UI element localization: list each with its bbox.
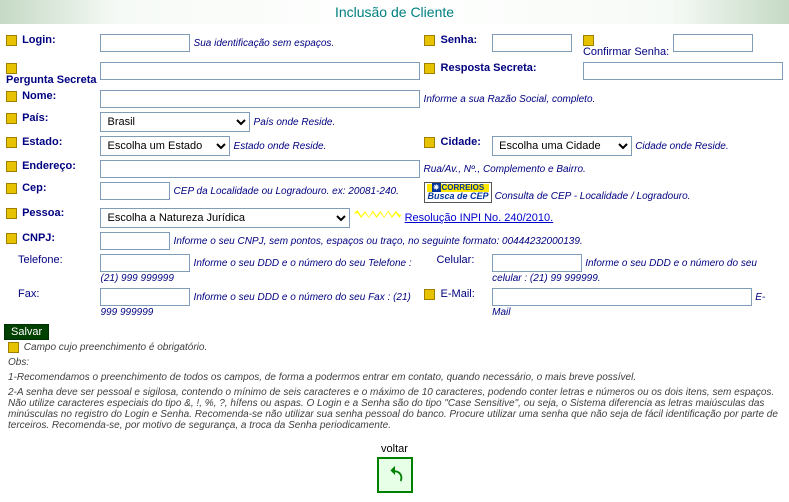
required-marker [424,289,435,300]
hint-estado: Estado onde Reside. [234,141,327,152]
required-marker [6,91,17,102]
label-login: Login: [22,34,56,46]
estado-select[interactable]: Escolha um Estado [100,136,230,156]
form-table: Login: Sua identificação sem espaços. Se… [4,32,785,320]
cep-input[interactable] [100,182,170,200]
label-nome: Nome: [22,90,56,102]
correios-bottom: Busca de CEP [427,192,488,201]
mandatory-note: Campo cujo preenchimento é obrigatório. [4,340,785,355]
label-endereco: Endereço: [22,160,76,172]
required-marker [6,35,17,46]
salvar-button[interactable]: Salvar [4,324,49,340]
undo-icon [384,464,406,486]
label-fax: Fax: [18,288,39,300]
cidade-select[interactable]: Escolha uma Cidade [492,136,632,156]
required-marker [6,183,17,194]
label-cidade: Cidade: [441,136,481,148]
highlight-scribble [354,207,402,221]
label-confirmar-senha: Confirmar Senha: [583,46,669,58]
correios-button[interactable]: ✷CORREIOS Busca de CEP [424,182,491,203]
required-marker [6,137,17,148]
label-pais: País: [22,112,48,124]
label-email: E-Mail: [441,288,475,300]
label-cep: Cep: [22,182,46,194]
label-estado: Estado: [22,136,62,148]
hint-endereco: Rua/Av., Nº., Complemento e Bairro. [424,164,586,175]
required-marker [8,342,19,353]
required-marker [6,161,17,172]
obs-2: 2-A senha deve ser pessoal e sigilosa, c… [4,385,785,433]
label-resposta-secreta: Resposta Secreta: [441,62,537,74]
mandatory-text: Campo cujo preenchimento é obrigatório. [24,342,207,353]
required-marker [424,137,435,148]
celular-input[interactable] [492,254,582,272]
resposta-secreta-input[interactable] [583,62,783,80]
required-marker [424,35,435,46]
voltar-button[interactable] [377,457,413,493]
page-title: Inclusão de Cliente [335,4,454,20]
hint-cnpj: Informe o seu CNPJ, sem pontos, espaços … [174,236,583,247]
telefone-input[interactable] [100,254,190,272]
endereco-input[interactable] [100,160,420,178]
label-pessoa: Pessoa: [22,207,64,219]
form-area: Login: Sua identificação sem espaços. Se… [0,24,789,497]
obs-1: 1-Recomendamos o preenchimento de todos … [4,370,785,385]
resolucao-link[interactable]: Resolução INPI No. 240/2010. [405,212,554,224]
label-cnpj: CNPJ: [22,232,55,244]
required-marker [6,63,17,74]
fax-input[interactable] [100,288,190,306]
pergunta-secreta-input[interactable] [100,62,420,80]
hint-pais: País onde Reside. [254,117,336,128]
login-input[interactable] [100,34,190,52]
label-telefone: Telefone: [18,254,63,266]
required-marker [583,35,594,46]
required-marker [6,113,17,124]
voltar-label: voltar [4,443,785,455]
required-marker [6,208,17,219]
label-pergunta-secreta: Pergunta Secreta [6,74,96,86]
page-header: Inclusão de Cliente [0,0,789,24]
confirmar-senha-input[interactable] [673,34,753,52]
senha-input[interactable] [492,34,572,52]
label-senha: Senha: [441,34,478,46]
hint-cidade: Cidade onde Reside. [635,141,728,152]
pais-select[interactable]: Brasil [100,112,250,132]
hint-cep: CEP da Localidade ou Logradouro. ex: 200… [174,186,399,197]
hint-nome: Informe a sua Razão Social, completo. [424,94,596,105]
required-marker [6,233,17,244]
required-marker [424,63,435,74]
label-celular: Celular: [436,254,474,266]
cnpj-input[interactable] [100,232,170,250]
hint-login: Sua identificação sem espaços. [194,38,335,49]
email-input[interactable] [492,288,752,306]
pessoa-select[interactable]: Escolha a Natureza Jurídica [100,208,350,228]
hint-cep-consulta: Consulta de CEP - Localidade / Logradour… [495,191,691,202]
nome-input[interactable] [100,90,420,108]
obs-title: Obs: [4,355,785,370]
